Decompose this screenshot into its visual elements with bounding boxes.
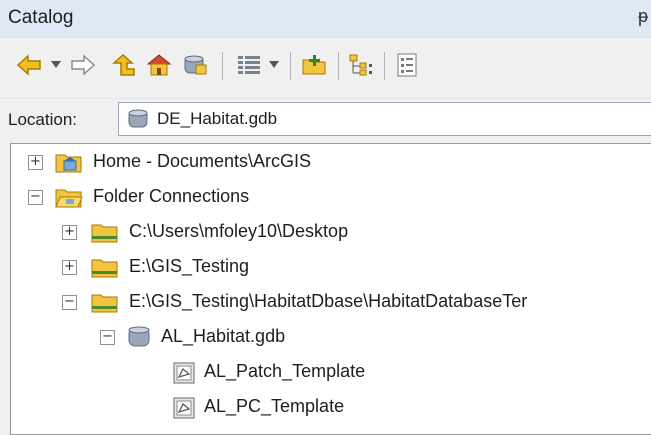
pin-icon[interactable]: ᵽ [638,6,648,27]
tree-node-label: AL_Habitat.gdb [161,326,286,346]
tree-node-label: AL_PC_Template [204,396,345,416]
location-value: DE_Habitat.gdb [157,109,278,128]
panel-title: Catalog [8,7,74,28]
tree-node-al-patch-template[interactable]: AL_Patch_Template [11,358,651,388]
view-options-icon[interactable] [234,50,264,80]
tree-node-label: C:\Users\mfoley10\Desktop [129,221,349,241]
feature-class-icon [173,397,195,424]
collapse-icon[interactable]: − [28,190,43,205]
folder-connection-icon [90,255,120,284]
back-dropdown-icon[interactable] [48,50,64,80]
expand-icon[interactable]: + [62,260,77,275]
tree-node-label: E:\GIS_Testing\HabitatDbase\HabitatDatab… [129,291,528,311]
location-input[interactable]: DE_Habitat.gdb [118,102,651,136]
collapse-icon[interactable]: − [100,330,115,345]
view-options-dropdown-icon[interactable] [266,50,282,80]
folder-connection-icon [90,220,120,249]
tree-node-label: E:\GIS_Testing [129,256,250,276]
collapse-icon[interactable]: − [62,295,77,310]
tree-node-home[interactable]: + Home - Documents\ArcGIS [11,148,651,178]
back-arrow-icon[interactable] [14,50,44,80]
geodatabase-icon [127,108,149,135]
catalog-title-bar: Catalog ᵽ [0,0,651,39]
default-geodatabase-icon[interactable] [180,50,210,80]
folder-connections-icon [54,185,84,214]
tree-node-al-pc-template[interactable]: AL_PC_Template [11,393,651,423]
forward-arrow-icon[interactable] [68,50,98,80]
toggle-contents-panel-icon[interactable] [346,50,376,80]
catalog-toolbar [0,38,651,98]
default-home-folder-icon[interactable] [144,50,174,80]
tree-node-label: Folder Connections [93,186,250,206]
tree-node-folder-connections[interactable]: − Folder Connections [11,183,651,213]
tree-node-habitat-database[interactable]: − E:\GIS_Testing\HabitatDbase\HabitatDat… [11,288,651,318]
tree-node-al-habitat-gdb[interactable]: − AL_Habitat.gdb [11,323,651,353]
location-label: Location: [8,110,77,129]
toolbar-separator [222,52,223,80]
toolbar-separator [384,52,385,80]
up-one-level-icon[interactable] [108,50,138,80]
home-folder-icon [54,150,84,179]
geodatabase-icon [126,325,152,354]
location-bar: Location: DE_Habitat.gdb [0,98,651,139]
tree-node-desktop-connection[interactable]: + C:\Users\mfoley10\Desktop [11,218,651,248]
tree-node-label: AL_Patch_Template [204,361,366,381]
catalog-tree[interactable]: + Home - Documents\ArcGIS − Folder Conne… [10,143,651,435]
folder-connection-icon [90,290,120,318]
launch-catalog-window-icon[interactable] [392,50,422,80]
toolbar-separator [338,52,339,80]
feature-class-icon [173,362,195,389]
toolbar-separator [290,52,291,80]
tree-node-label: Home - Documents\ArcGIS [93,151,312,171]
expand-icon[interactable]: + [62,225,77,240]
tree-node-gis-testing[interactable]: + E:\GIS_Testing [11,253,651,283]
connect-to-folder-icon[interactable] [300,50,330,80]
expand-icon[interactable]: + [28,155,43,170]
